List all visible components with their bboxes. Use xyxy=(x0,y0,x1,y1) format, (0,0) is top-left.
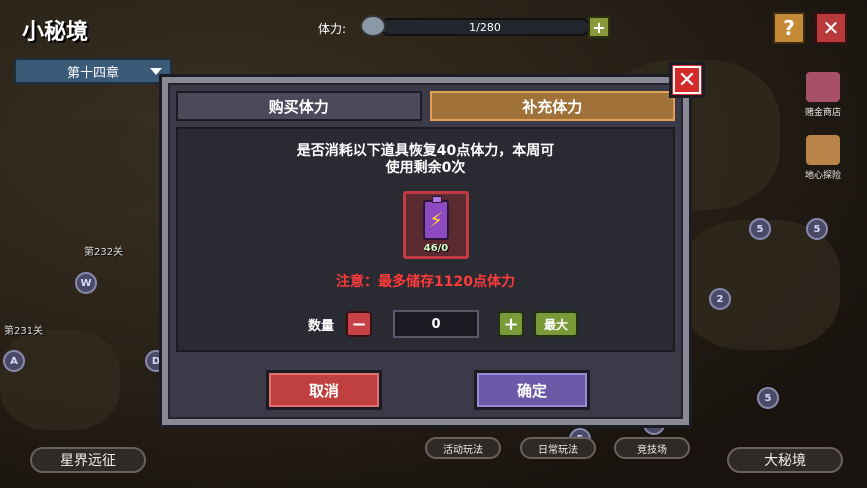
item-slot[interactable]: ⚡ 46/0 xyxy=(403,191,469,259)
decrease-button[interactable]: − xyxy=(346,311,372,337)
stage-231-label: 第231关 xyxy=(4,326,44,337)
stamina-dialog: 购买体力 补充体力 是否消耗以下道具恢复40点体力，本周可 使用剩余0次 ⚡ 4… xyxy=(159,74,692,428)
scene-title: 小秘境 xyxy=(22,20,89,45)
cancel-button[interactable]: 取消 xyxy=(266,370,382,410)
stage-232-label: 第232关 xyxy=(84,247,124,258)
quantity-input[interactable]: 0 xyxy=(393,310,479,338)
map-marker[interactable]: W xyxy=(75,272,97,294)
stamina-icon xyxy=(360,15,386,37)
bottom-left-button[interactable]: 星界远征 xyxy=(30,447,146,473)
explore-button[interactable]: 地心探险 xyxy=(793,135,853,181)
bottom-right-button[interactable]: 大秘境 xyxy=(727,447,843,473)
map-marker[interactable]: 5 xyxy=(749,218,771,240)
lightning-icon: ⚡ xyxy=(428,208,444,232)
help-button[interactable]: ? xyxy=(773,12,805,44)
shop-label: 赌金商店 xyxy=(804,108,841,118)
storage-warning: 注意：最多储存1120点体力 xyxy=(336,274,515,290)
ore-icon xyxy=(806,135,840,165)
shop-button[interactable]: 赌金商店 xyxy=(793,72,853,118)
arena-button[interactable]: 竞技场 xyxy=(614,437,690,459)
stamina-bar: 1/280 xyxy=(380,18,590,36)
chapter-selector[interactable]: 第十四章 xyxy=(14,58,172,84)
description-line-1: 是否消耗以下道具恢复40点体力，本周可 xyxy=(296,143,555,159)
explore-label: 地心探险 xyxy=(804,171,841,181)
stamina-value: 1/280 xyxy=(469,20,501,34)
battery-icon: ⚡ xyxy=(423,196,449,240)
max-button[interactable]: 最大 xyxy=(534,311,578,337)
quantity-label: 数量 xyxy=(308,319,335,334)
map-marker[interactable]: 2 xyxy=(709,288,731,310)
tab-refill-stamina[interactable]: 补充体力 xyxy=(429,91,675,121)
activity-button[interactable]: 活动玩法 xyxy=(425,437,501,459)
map-marker[interactable]: A xyxy=(3,350,25,372)
treasure-chest-icon xyxy=(806,72,840,102)
map-marker[interactable]: 5 xyxy=(806,218,828,240)
dialog-body: 购买体力 补充体力 是否消耗以下道具恢复40点体力，本周可 使用剩余0次 ⚡ 4… xyxy=(168,83,683,419)
close-scene-button[interactable]: ✕ xyxy=(815,12,847,44)
dialog-description: 是否消耗以下道具恢复40点体力，本周可 使用剩余0次 xyxy=(238,143,613,177)
dialog-tabs: 购买体力 补充体力 xyxy=(176,91,675,121)
dialog-close-button[interactable]: ✕ xyxy=(669,62,705,98)
stamina-add-button[interactable]: + xyxy=(588,16,610,38)
item-count: 46/0 xyxy=(423,243,449,254)
chapter-label: 第十四章 xyxy=(66,65,119,81)
confirm-button[interactable]: 确定 xyxy=(474,370,590,410)
description-line-2: 使用剩余0次 xyxy=(385,160,466,176)
refill-panel: 是否消耗以下道具恢复40点体力，本周可 使用剩余0次 ⚡ 46/0 注意：最多储… xyxy=(176,127,675,352)
map-marker[interactable]: 5 xyxy=(757,387,779,409)
daily-button[interactable]: 日常玩法 xyxy=(520,437,596,459)
stamina-label: 体力: xyxy=(318,22,347,36)
tab-buy-stamina[interactable]: 购买体力 xyxy=(176,91,422,121)
increase-button[interactable]: + xyxy=(498,311,524,337)
